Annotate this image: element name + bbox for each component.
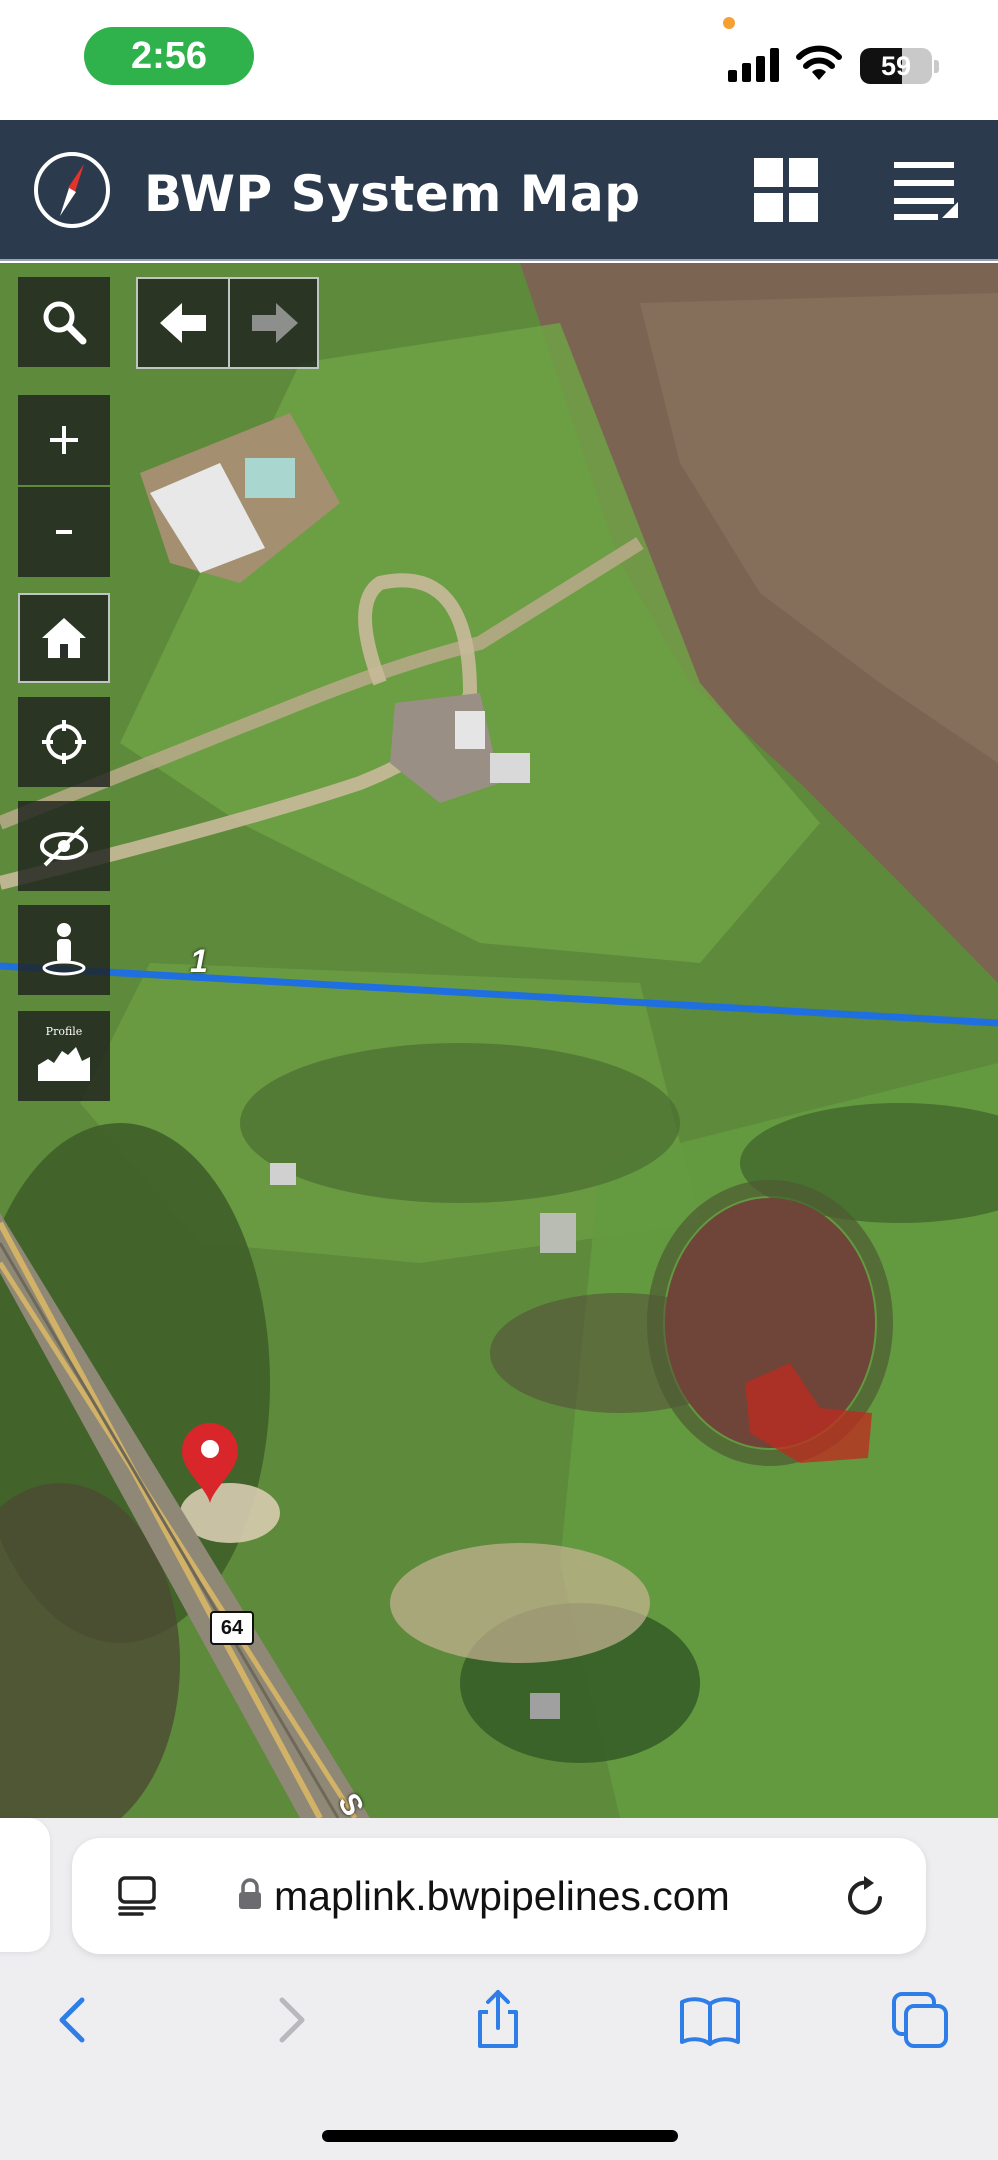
cellular-signal-icon <box>728 48 782 82</box>
share-icon[interactable] <box>466 1988 530 2052</box>
grid-icon[interactable] <box>754 158 818 222</box>
lock-icon <box>239 1878 261 1909</box>
url-text: maplink.bwpipelines.com <box>274 1873 730 1919</box>
person-icon <box>42 923 86 976</box>
eye-slash-icon <box>40 825 88 867</box>
route-shield: 64 <box>210 1611 254 1645</box>
battery-percent: 59 <box>880 51 912 81</box>
reload-icon[interactable] <box>844 1874 888 1918</box>
wifi-icon <box>796 45 842 80</box>
pipeline-line[interactable] <box>0 962 998 1027</box>
tabs-icon[interactable] <box>888 1988 952 2052</box>
app-header: BWP System Map <box>0 120 998 261</box>
profile-chart-icon <box>38 1047 90 1081</box>
previous-tab-peek[interactable] <box>0 1818 50 1952</box>
battery-tip <box>934 60 939 73</box>
reader-icon[interactable] <box>116 1876 158 1916</box>
pipeline-layer <box>0 962 998 1027</box>
battery-icon: 59 <box>860 48 932 84</box>
address-bar[interactable]: maplink.bwpipelines.com <box>72 1838 926 1954</box>
home-icon <box>42 618 86 658</box>
street-view-button[interactable] <box>18 905 110 995</box>
forward-icon[interactable] <box>258 1988 322 2052</box>
home-button[interactable] <box>18 593 110 683</box>
arrow-right-icon[interactable] <box>250 301 298 345</box>
profile-label: Profile <box>45 1025 83 1038</box>
minus-icon <box>56 530 72 534</box>
browser-toolbar: maplink.bwpipelines.com <box>0 1818 998 2160</box>
clear-view-button[interactable] <box>18 801 110 891</box>
search-icon <box>43 301 87 345</box>
map-pin-icon[interactable] <box>178 1421 242 1505</box>
crosshair-icon <box>42 720 86 764</box>
map-view[interactable]: 1 Profile 64 S <box>0 263 998 1818</box>
zoom-in-button[interactable] <box>18 395 110 485</box>
privacy-indicator-dot <box>723 17 735 29</box>
pipeline-label: 1 <box>190 943 208 979</box>
bookmarks-icon[interactable] <box>678 1988 742 2052</box>
zoom-out-button[interactable] <box>18 487 110 577</box>
home-indicator[interactable] <box>322 2130 678 2142</box>
locate-button[interactable] <box>18 697 110 787</box>
view-history-nav <box>136 277 319 369</box>
profile-button[interactable]: Profile <box>18 1011 110 1101</box>
app-title: BWP System Map <box>144 165 641 223</box>
search-button[interactable] <box>18 277 110 367</box>
status-time: 2:56 <box>84 27 254 85</box>
back-icon[interactable] <box>42 1988 106 2052</box>
plus-icon <box>50 426 78 454</box>
arrow-left-icon[interactable] <box>160 301 208 345</box>
menu-icon[interactable] <box>892 158 960 222</box>
compass-icon[interactable] <box>32 150 112 230</box>
nav-divider <box>228 279 230 367</box>
status-bar: 2:56 59 <box>0 0 998 120</box>
